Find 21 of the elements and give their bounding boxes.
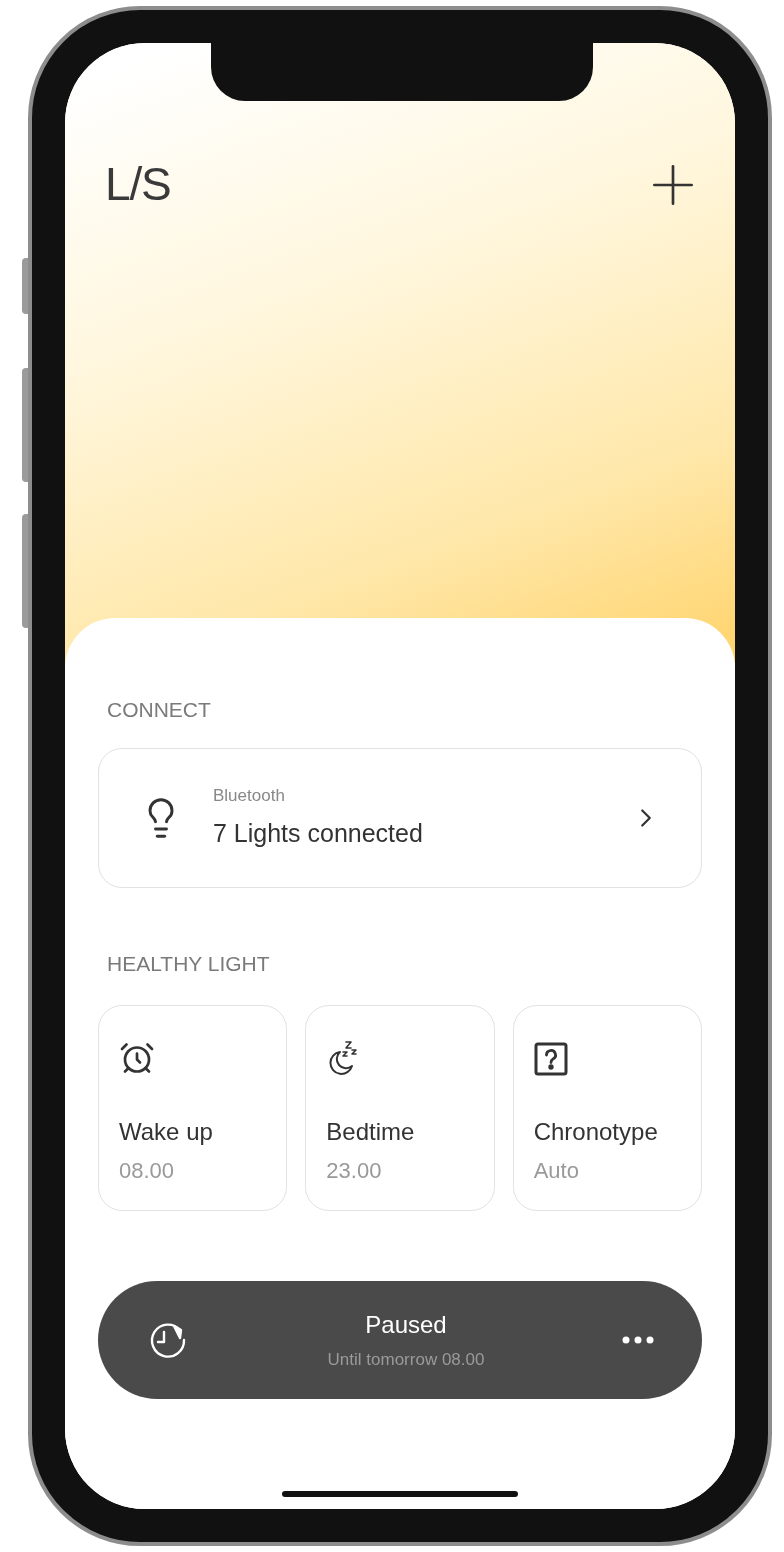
status-subtitle: Until tomorrow 08.00 bbox=[327, 1349, 485, 1372]
alarm-clock-icon bbox=[119, 1040, 155, 1076]
card-title: 7 Lights connected bbox=[213, 817, 424, 849]
card-value: 08.00 bbox=[119, 1157, 175, 1185]
card-title: Chronotype bbox=[533, 1117, 658, 1147]
setting-card[interactable]: Chronotype Auto bbox=[512, 1005, 702, 1211]
card-title: Wake up bbox=[119, 1117, 213, 1147]
setting-card[interactable]: Bedtime 23.00 bbox=[305, 1005, 495, 1211]
more-button[interactable] bbox=[622, 1336, 654, 1344]
card-value: 23.00 bbox=[326, 1157, 382, 1185]
card-subtitle: Bluetooth bbox=[213, 785, 286, 807]
card-title: Bedtime bbox=[326, 1117, 415, 1147]
status-title: Paused bbox=[365, 1310, 447, 1341]
card-value: Auto bbox=[533, 1157, 579, 1185]
question-mark-icon bbox=[533, 1042, 568, 1076]
app-logo: L/S bbox=[105, 161, 171, 207]
section-heading: HEALTHY LIGHT bbox=[107, 950, 271, 977]
setting-card[interactable]: Wake up 08.00 bbox=[98, 1005, 288, 1211]
bluetooth-card[interactable]: Bluetooth 7 Lights connected bbox=[98, 747, 702, 888]
more-icon bbox=[622, 1336, 654, 1344]
section-heading: CONNECT bbox=[107, 697, 212, 723]
